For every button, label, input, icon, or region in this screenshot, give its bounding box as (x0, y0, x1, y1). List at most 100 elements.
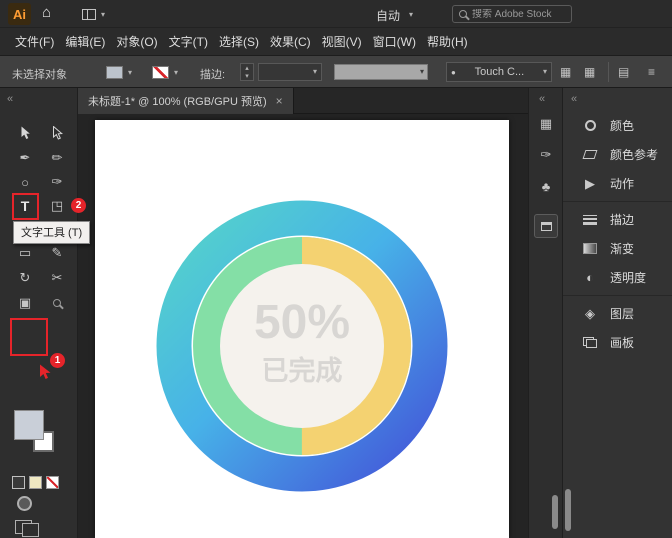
home-icon[interactable]: ⌂ (42, 4, 51, 21)
annotation-badge-2: 2 (71, 198, 86, 213)
stroke-weight-select[interactable]: ▾ (258, 63, 322, 81)
canvas[interactable]: 50% 已完成 (78, 114, 528, 538)
panel-label: 图层 (610, 305, 634, 322)
divider (608, 62, 609, 82)
symbols-panel-icon[interactable]: ♣ (529, 176, 563, 196)
collapse-panel-icon[interactable]: « (7, 93, 13, 105)
stroke-icon (581, 215, 599, 225)
fill-type-gradient-button[interactable] (29, 476, 42, 489)
free-transform-tool[interactable]: ◳ (44, 194, 70, 218)
document-setup-icon[interactable]: ▤ (618, 65, 629, 79)
menu-edit[interactable]: 编辑(E) (63, 31, 107, 52)
brush-tool[interactable]: ✑ (44, 170, 70, 194)
stroke-weight-stepper[interactable]: ▴ ▾ (240, 63, 254, 81)
pencil-tool[interactable]: ✏ (44, 146, 70, 170)
step-down-icon[interactable]: ▾ (245, 73, 249, 80)
grid-view-icon[interactable]: ▦ (584, 65, 595, 79)
donut-status-text: 已完成 (262, 355, 343, 386)
search-icon (459, 10, 467, 18)
menu-effect[interactable]: 效果(C) (268, 31, 313, 52)
grid-view-icon[interactable]: ▦ (560, 65, 571, 79)
pen-tool[interactable]: ✒ (12, 146, 38, 170)
menu-view[interactable]: 视图(V) (320, 31, 364, 52)
chevron-down-icon[interactable]: ▾ (128, 69, 132, 77)
swatches-panel-icon[interactable]: ▦ (529, 114, 563, 134)
menu-help[interactable]: 帮助(H) (425, 31, 470, 52)
tools-panel: « ✒ ✏ ○ ✑ T ◳ ▭ ✎ ↻ ✂ ▣ ⋯ (0, 88, 78, 538)
panel-window-icon (541, 222, 552, 231)
collapse-panel-icon[interactable]: « (539, 93, 545, 105)
step-up-icon[interactable]: ▴ (245, 65, 249, 72)
chevron-down-icon: ▾ (420, 68, 424, 76)
selection-tool[interactable] (12, 121, 38, 145)
scrollbar-thumb[interactable] (552, 495, 558, 529)
stroke-color-swatch[interactable] (152, 66, 169, 79)
annotation-cursor-icon (39, 364, 53, 380)
panel-label: 渐变 (610, 240, 634, 257)
menu-file[interactable]: 文件(F) (13, 31, 56, 52)
panel-label: 透明度 (610, 269, 646, 286)
direct-selection-tool[interactable] (44, 121, 70, 145)
chevron-down-icon[interactable]: ▾ (174, 69, 178, 77)
panel-label: 动作 (610, 175, 634, 192)
close-icon[interactable]: × (276, 94, 283, 108)
collapse-panel-icon[interactable]: « (571, 93, 577, 105)
panel-item-artboards[interactable]: 画板 (563, 328, 672, 357)
search-input[interactable] (472, 9, 558, 20)
menu-type[interactable]: 文字(T) (167, 31, 210, 52)
panel-label: 颜色 (610, 117, 634, 134)
workspace-switcher-icon[interactable] (82, 9, 96, 20)
stock-search-box[interactable] (452, 5, 572, 23)
actions-icon: ▶ (581, 176, 599, 192)
fill-swatch[interactable] (14, 410, 44, 440)
scrollbar-thumb[interactable] (565, 489, 571, 531)
collapsed-panel-button[interactable] (534, 214, 558, 238)
chevron-down-icon[interactable]: ▾ (409, 11, 413, 19)
progress-donut: 50% 已完成 (95, 120, 509, 538)
menu-window[interactable]: 窗口(W) (371, 31, 418, 52)
auto-dropdown[interactable]: 自动 (376, 7, 400, 24)
brush-definition-select[interactable]: ▾ (334, 64, 428, 80)
panel-icon-strip: « ▦ ✑ ♣ (528, 88, 562, 538)
panel-item-transparency[interactable]: ◐ 透明度 (563, 263, 672, 292)
panel-label: 颜色参考 (610, 146, 658, 163)
artboards-icon (581, 337, 599, 348)
zoom-tool[interactable] (44, 291, 70, 315)
panel-item-actions[interactable]: ▶ 动作 (563, 169, 672, 198)
menu-object[interactable]: 对象(O) (114, 31, 159, 52)
screen-mode-button[interactable] (15, 520, 39, 537)
dot-icon: ● (451, 68, 456, 77)
menu-select[interactable]: 选择(S) (217, 31, 261, 52)
ellipse-tool[interactable]: ○ (12, 170, 38, 194)
panel-label: 画板 (610, 334, 634, 351)
chevron-down-icon[interactable]: ▾ (101, 11, 105, 19)
rotate-icon: ↻ (20, 270, 31, 286)
app-bar: Ai ⌂ ▾ 自动 ▾ (0, 0, 672, 28)
panel-item-color-guide[interactable]: 颜色参考 (563, 140, 672, 169)
fill-type-color-button[interactable] (12, 476, 25, 489)
panel-item-layers[interactable]: ◈ 图层 (563, 299, 672, 328)
panel-item-stroke[interactable]: 描边 (563, 205, 672, 234)
rotate-tool[interactable]: ↻ (12, 266, 38, 290)
document-area: 未标题-1* @ 100% (RGB/GPU 预览) × (78, 88, 528, 538)
rectangle-tool[interactable]: ▭ (12, 241, 38, 265)
panel-menu-icon[interactable]: ≡ (648, 65, 655, 79)
text-tool-tooltip: 文字工具 (T) (13, 221, 90, 244)
eyedropper-tool[interactable]: ✎ (44, 241, 70, 265)
document-tab[interactable]: 未标题-1* @ 100% (RGB/GPU 预览) × (78, 88, 294, 114)
touch-workspace-label: Touch C... (475, 66, 525, 78)
panel-item-gradient[interactable]: 渐变 (563, 234, 672, 263)
fill-type-none-button[interactable] (46, 476, 59, 489)
panel-item-color[interactable]: 颜色 (563, 111, 672, 140)
rectangle-icon: ▭ (19, 245, 31, 261)
artboard[interactable]: 50% 已完成 (95, 120, 509, 538)
menu-bar: 文件(F) 编辑(E) 对象(O) 文字(T) 选择(S) 效果(C) 视图(V… (0, 28, 672, 56)
brushes-panel-icon[interactable]: ✑ (529, 145, 563, 165)
scissors-tool[interactable]: ✂ (44, 266, 70, 290)
free-transform-icon: ◳ (51, 198, 63, 214)
fill-color-swatch[interactable] (106, 66, 123, 79)
text-tool[interactable]: T (12, 194, 38, 218)
artboard-tool[interactable]: ▣ (12, 291, 38, 315)
touch-workspace-select[interactable]: ● Touch C... ▾ (446, 62, 552, 82)
draw-mode-button[interactable] (17, 496, 32, 511)
